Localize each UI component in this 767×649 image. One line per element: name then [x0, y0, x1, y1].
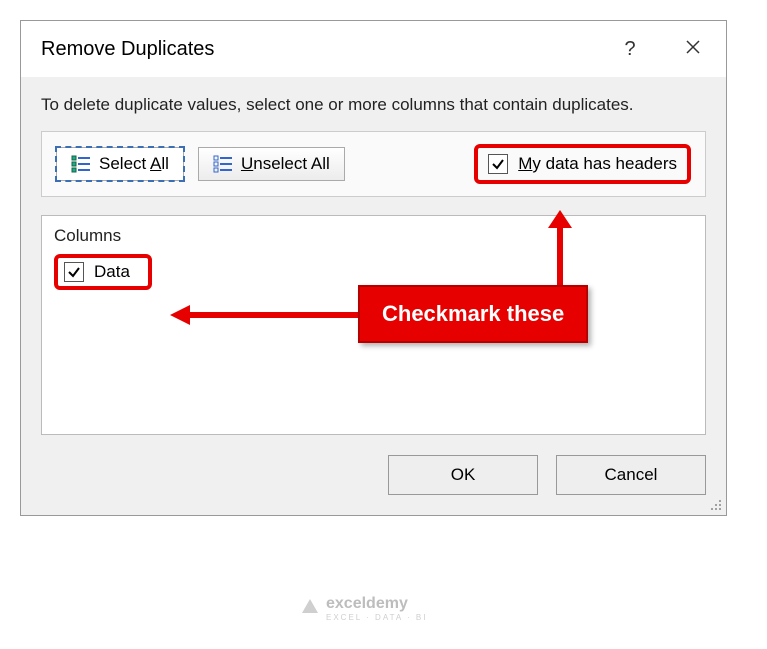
resize-grip[interactable] — [706, 495, 722, 511]
column-label: Data — [94, 262, 130, 282]
annotation-callout: Checkmark these — [358, 285, 588, 343]
ok-button[interactable]: OK — [388, 455, 538, 495]
toolbar: Select All Unselect All — [41, 131, 706, 197]
titlebar-buttons: ? — [600, 21, 726, 77]
annotation-arrow-up — [540, 210, 580, 290]
close-icon — [685, 38, 701, 61]
help-button[interactable]: ? — [600, 21, 660, 77]
headers-label: My data has headers — [518, 154, 677, 174]
unselect-all-label: Unselect All — [241, 154, 330, 174]
instruction-text: To delete duplicate values, select one o… — [41, 93, 706, 117]
watermark-tagline: EXCEL · DATA · BI — [326, 613, 427, 622]
help-icon: ? — [624, 38, 635, 61]
watermark-brand: exceldemy — [326, 595, 408, 612]
watermark: exceldemy EXCEL · DATA · BI — [300, 595, 427, 622]
column-checkbox-data[interactable]: Data — [54, 254, 152, 290]
remove-duplicates-dialog: Remove Duplicates ? To delete duplicate … — [20, 20, 727, 516]
close-button[interactable] — [660, 21, 726, 77]
select-all-button[interactable]: Select All — [56, 147, 184, 181]
checkbox-icon — [64, 262, 84, 282]
unselect-all-button[interactable]: Unselect All — [198, 147, 345, 181]
select-all-icon — [71, 154, 91, 174]
annotation-arrow-left — [170, 300, 370, 330]
dialog-title: Remove Duplicates — [41, 38, 214, 61]
titlebar: Remove Duplicates ? — [21, 21, 726, 77]
checkbox-icon — [488, 154, 508, 174]
my-data-has-headers-checkbox[interactable]: My data has headers — [474, 144, 691, 184]
select-all-label: Select All — [99, 154, 169, 174]
dialog-footer: OK Cancel — [41, 455, 706, 495]
cancel-button[interactable]: Cancel — [556, 455, 706, 495]
unselect-all-icon — [213, 154, 233, 174]
watermark-logo-icon — [300, 596, 320, 621]
columns-header: Columns — [54, 226, 693, 246]
